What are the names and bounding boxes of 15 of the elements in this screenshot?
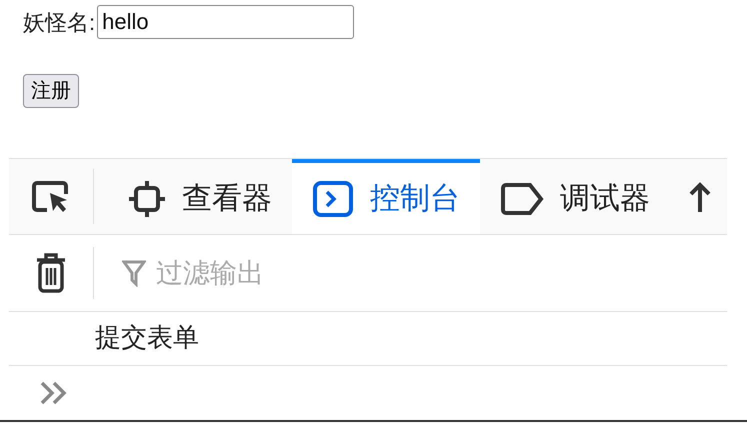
terminal-icon [312, 180, 354, 218]
element-picker-icon[interactable] [31, 180, 71, 214]
field-label: 妖怪名: [23, 8, 96, 36]
tag-icon [500, 182, 544, 216]
chevrons-icon [39, 380, 69, 406]
crosshair-icon [128, 180, 166, 218]
devtools-tab[interactable]: 控制台 [292, 159, 480, 234]
console-message: 提交表单 [95, 322, 199, 355]
filter-field[interactable]: 过滤输出 [156, 252, 416, 294]
trash-icon[interactable] [35, 252, 67, 294]
devtools-tab[interactable]: 调试器 [480, 159, 670, 234]
register-button[interactable]: 注册 [23, 74, 79, 108]
input-field[interactable]: hello [97, 5, 354, 39]
devtools-tab[interactable]: 查看器 [108, 159, 292, 234]
funnel-icon [122, 259, 146, 287]
